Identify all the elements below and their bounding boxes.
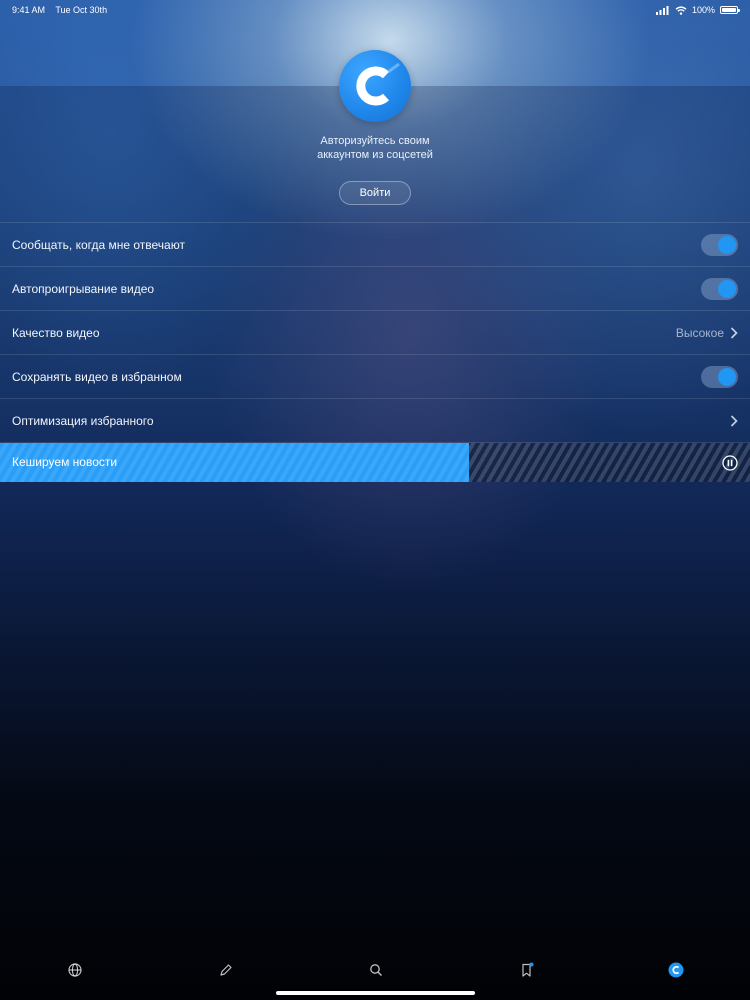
setting-label: Оптимизация избранного (12, 413, 154, 428)
chevron-right-icon (730, 414, 738, 427)
search-icon (370, 964, 382, 976)
setting-save-video-favorites[interactable]: Сохранять видео в избранном (0, 355, 750, 399)
video-quality-value: Высокое (675, 325, 724, 340)
tab-search[interactable] (368, 962, 384, 978)
cache-progress-row: Кешируем новости (0, 443, 750, 482)
autoplay-video-toggle[interactable] (701, 278, 738, 300)
setting-notify-replies[interactable]: Сообщать, когда мне отвечают (0, 223, 750, 267)
chevron-right-icon (730, 326, 738, 339)
status-time: 9:41 AM (12, 5, 46, 15)
auth-prompt-line2: аккаунтом из соцсетей (317, 149, 433, 161)
tab-profile[interactable] (668, 962, 684, 978)
status-bar: 9:41 AM Tue Oct 30th 100% (0, 0, 750, 20)
tab-bookmarks[interactable] (519, 962, 535, 978)
auth-prompt-line1: Авторизуйтесь своим (320, 135, 430, 147)
cache-label: Кешируем новости (12, 455, 118, 469)
toggle-knob (718, 368, 736, 386)
setting-autoplay-video[interactable]: Автопроигрывание видео (0, 267, 750, 311)
app-logo-icon (339, 50, 411, 122)
settings-screen: 9:41 AM Tue Oct 30th 100% Авторизуйтесь … (0, 0, 750, 1000)
setting-label: Сохранять видео в избранном (12, 369, 182, 384)
status-date: Tue Oct 30th (55, 5, 108, 15)
tab-pencil[interactable] (218, 962, 234, 978)
bookmark-icon (522, 962, 534, 977)
save-video-favorites-toggle[interactable] (701, 366, 738, 388)
setting-label: Качество видео (12, 325, 100, 340)
battery-icon (720, 6, 740, 14)
status-left: 9:41 AM Tue Oct 30th (12, 5, 115, 15)
toggle-knob (718, 236, 736, 254)
pause-icon[interactable] (722, 455, 738, 471)
notify-replies-toggle[interactable] (701, 234, 738, 256)
settings-list: Сообщать, когда мне отвечают Автопроигры… (0, 222, 750, 443)
login-button[interactable]: Войти (339, 181, 411, 205)
status-right: 100% (655, 5, 740, 15)
profile-logo-icon (668, 962, 684, 978)
auth-prompt: Авторизуйтесь своим аккаунтом из соцсете… (225, 134, 525, 162)
battery-percent: 100% (691, 5, 715, 15)
wifi-icon (675, 5, 687, 15)
setting-label: Сообщать, когда мне отвечают (12, 237, 185, 252)
tab-globe[interactable] (67, 962, 83, 978)
setting-optimize-favorites[interactable]: Оптимизация избранного (0, 399, 750, 443)
setting-label: Автопроигрывание видео (12, 281, 155, 296)
pencil-icon (220, 964, 232, 976)
home-indicator (276, 991, 475, 995)
toggle-knob (718, 280, 736, 298)
globe-icon (68, 963, 82, 977)
tab-bar (0, 952, 750, 988)
setting-video-quality[interactable]: Качество видео Высокое (0, 311, 750, 355)
signal-icon (655, 5, 669, 15)
